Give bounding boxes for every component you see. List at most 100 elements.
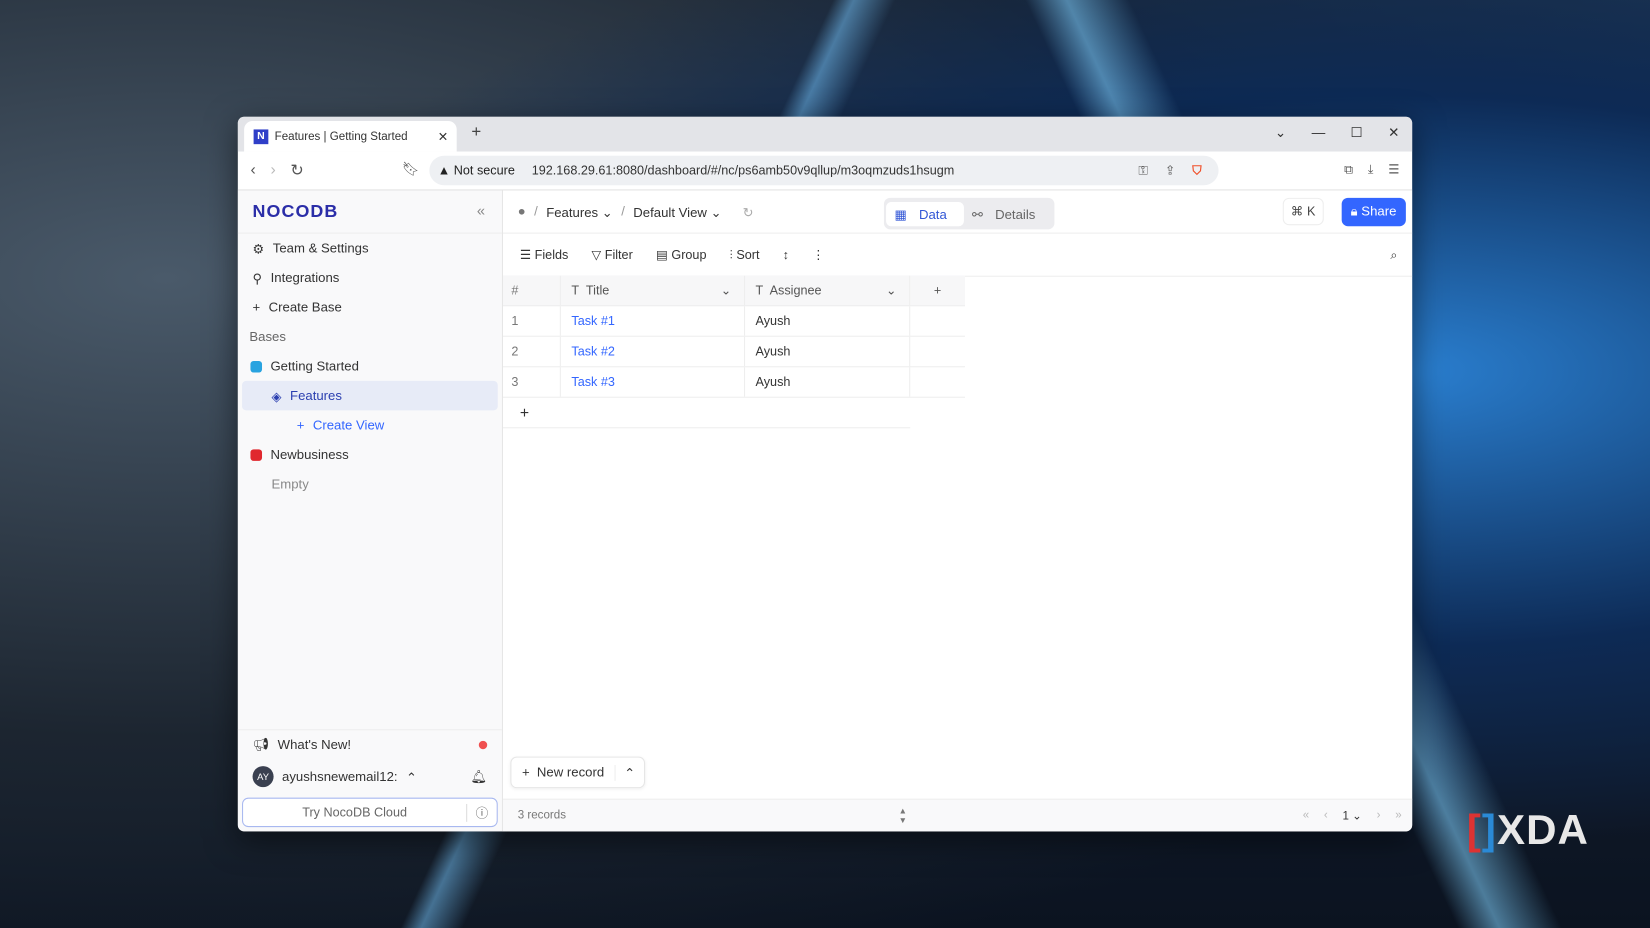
row-number: 3 bbox=[503, 367, 561, 397]
last-page-icon[interactable]: » bbox=[1395, 809, 1401, 823]
url-text[interactable]: 192.168.29.61:8080/dashboard/#/nc/ps6amb… bbox=[532, 163, 955, 178]
avatar: AY bbox=[252, 766, 274, 788]
reload-button[interactable]: ↻ bbox=[290, 161, 303, 180]
title-cell[interactable]: Task #3 bbox=[561, 367, 746, 397]
key-icon[interactable]: ⚿ bbox=[1138, 163, 1148, 179]
fields-button[interactable]: ☰ Fields bbox=[520, 247, 569, 262]
column-title-label: Title bbox=[585, 283, 610, 298]
group-label: Group bbox=[671, 247, 707, 263]
add-column-button[interactable]: + bbox=[910, 275, 965, 306]
chevron-down-icon[interactable]: ⌄ bbox=[886, 283, 897, 298]
base-label: Getting Started bbox=[270, 358, 359, 374]
page-select[interactable]: 1 ⌄ bbox=[1343, 809, 1362, 823]
user-menu[interactable]: AY ayushsnewemail12: ⌃ 🔔︎ bbox=[238, 760, 502, 794]
share-button[interactable]: 🔒︎ Share bbox=[1341, 197, 1406, 227]
create-view-label: Create View bbox=[312, 417, 385, 433]
share-label: Share bbox=[1361, 204, 1397, 219]
sidebar: NOCODB « ⚙ Team & Settings ⚲ Integrations … bbox=[237, 190, 503, 832]
main-content: ● / Features ⌄ / Default View ⌄ ↻ ▦ Data… bbox=[502, 190, 1413, 832]
search-icon[interactable]: ⌕ bbox=[1390, 247, 1397, 263]
sidebar-item-create-base[interactable]: + Create Base bbox=[238, 293, 502, 322]
assignee-cell[interactable]: Ayush bbox=[745, 306, 911, 336]
megaphone-icon: 📢︎ bbox=[252, 737, 270, 752]
sidebar-item-team-settings[interactable]: ⚙ Team & Settings bbox=[238, 234, 502, 263]
whats-new-label: What's New! bbox=[277, 737, 352, 753]
assignee-cell[interactable]: Ayush bbox=[745, 367, 911, 397]
filter-label: Filter bbox=[604, 247, 633, 263]
record-count: 3 records bbox=[517, 809, 566, 822]
more-options-icon[interactable]: ⋮ bbox=[812, 247, 825, 262]
add-row-button[interactable]: + bbox=[502, 398, 911, 429]
new-record-button[interactable]: + New record bbox=[511, 765, 614, 780]
prev-page-icon[interactable]: ‹ bbox=[1324, 809, 1328, 823]
warning-icon: ▲ bbox=[437, 163, 451, 178]
security-label[interactable]: Not secure bbox=[454, 163, 515, 178]
tab-details-label: Details bbox=[995, 206, 1036, 222]
try-cloud-button[interactable]: Try NocoDB Cloud bbox=[243, 805, 466, 820]
base-icon bbox=[250, 360, 263, 372]
tab-details[interactable]: ⚯ Details bbox=[964, 202, 1053, 226]
base-avatar-icon: ● bbox=[517, 204, 526, 219]
refresh-icon[interactable]: ↻ bbox=[743, 204, 754, 220]
column-header-assignee[interactable]: T Assignee ⌄ bbox=[745, 275, 911, 306]
column-header-index: # bbox=[503, 275, 561, 306]
tab-title: Features | Getting Started bbox=[274, 129, 408, 143]
command-palette-button[interactable]: ⌘ K bbox=[1282, 197, 1324, 226]
collapse-sidebar-icon[interactable]: « bbox=[477, 202, 485, 219]
forward-button[interactable]: › bbox=[270, 161, 275, 180]
table-row[interactable]: 2 Task #2 Ayush bbox=[502, 336, 965, 368]
minimize-button[interactable]: — bbox=[1312, 124, 1326, 141]
scroll-handle[interactable]: ▲ ▼ bbox=[899, 806, 907, 825]
menu-icon[interactable]: ☰ bbox=[1388, 162, 1399, 178]
table-row[interactable]: 1 Task #1 Ayush bbox=[502, 306, 965, 337]
new-record-options-icon[interactable]: ⌃ bbox=[614, 764, 644, 781]
view-breadcrumb[interactable]: Default View ⌄ bbox=[633, 204, 721, 220]
tab-data[interactable]: ▦ Data bbox=[886, 201, 964, 226]
new-tab-button[interactable]: + bbox=[471, 123, 481, 142]
row-height-icon[interactable]: ↕ bbox=[783, 247, 789, 262]
close-tab-icon[interactable]: ✕ bbox=[438, 129, 449, 144]
maximize-button[interactable]: ☐ bbox=[1351, 124, 1363, 141]
base-newbusiness[interactable]: Newbusiness bbox=[238, 440, 502, 469]
sidebar-item-label: Team & Settings bbox=[272, 240, 369, 256]
bases-heading: Bases bbox=[249, 329, 286, 345]
close-window-button[interactable]: ✕ bbox=[1388, 124, 1399, 141]
chevron-down-icon[interactable]: ⌄ bbox=[721, 283, 732, 298]
brave-shield-icon[interactable]: ⛉ bbox=[1192, 163, 1201, 179]
first-page-icon[interactable]: « bbox=[1303, 809, 1309, 823]
help-icon[interactable]: ⓘ bbox=[466, 803, 497, 822]
table-features[interactable]: ◈ Features bbox=[242, 380, 498, 411]
next-page-icon[interactable]: › bbox=[1377, 809, 1381, 823]
column-assignee-label: Assignee bbox=[769, 283, 822, 298]
group-button[interactable]: ▤ Group bbox=[656, 247, 707, 262]
plug-icon: ⚲ bbox=[252, 270, 263, 286]
share-page-icon[interactable]: ⇪ bbox=[1165, 163, 1176, 179]
new-record-label: New record bbox=[536, 765, 605, 780]
title-cell[interactable]: Task #2 bbox=[561, 336, 746, 367]
table-icon: ◈ bbox=[271, 388, 282, 404]
tab-search-icon[interactable]: ⌄ bbox=[1275, 124, 1286, 141]
create-view-button[interactable]: + Create View bbox=[238, 410, 502, 439]
bookmark-icon[interactable]: 🔖︎ bbox=[402, 161, 419, 178]
plus-icon: + bbox=[296, 417, 305, 433]
base-getting-started[interactable]: Getting Started bbox=[238, 351, 502, 380]
sidebar-item-integrations[interactable]: ⚲ Integrations bbox=[238, 263, 502, 292]
filter-button[interactable]: ▽ Filter bbox=[592, 247, 633, 262]
table-row[interactable]: 3 Task #3 Ayush bbox=[502, 367, 965, 398]
browser-tab[interactable]: N Features | Getting Started ✕ bbox=[244, 121, 457, 152]
sort-button[interactable]: ⫶ Sort bbox=[730, 247, 760, 263]
nocodb-logo: NOCODB bbox=[237, 190, 502, 234]
page-number: 1 bbox=[1342, 809, 1349, 823]
back-button[interactable]: ‹ bbox=[250, 161, 255, 180]
extensions-icon[interactable]: ⧉ bbox=[1344, 162, 1353, 178]
title-cell[interactable]: Task #1 bbox=[561, 306, 746, 336]
table-breadcrumb[interactable]: Features ⌄ bbox=[546, 204, 613, 220]
bell-icon[interactable]: 🔔︎ bbox=[471, 769, 488, 785]
nocodb-favicon-icon: N bbox=[253, 128, 269, 144]
download-icon[interactable]: ⤓ bbox=[1368, 162, 1374, 178]
column-header-title[interactable]: T Title ⌄ bbox=[561, 275, 746, 306]
url-bar[interactable]: ▲ Not secure 192.168.29.61:8080/dashboar… bbox=[429, 155, 1219, 186]
whats-new-button[interactable]: 📢︎ What's New! bbox=[237, 729, 502, 760]
assignee-cell[interactable]: Ayush bbox=[745, 336, 911, 367]
address-bar-row: ‹ › ↻ 🔖︎ ▲ Not secure 192.168.29.61:8080/d… bbox=[237, 152, 1413, 191]
